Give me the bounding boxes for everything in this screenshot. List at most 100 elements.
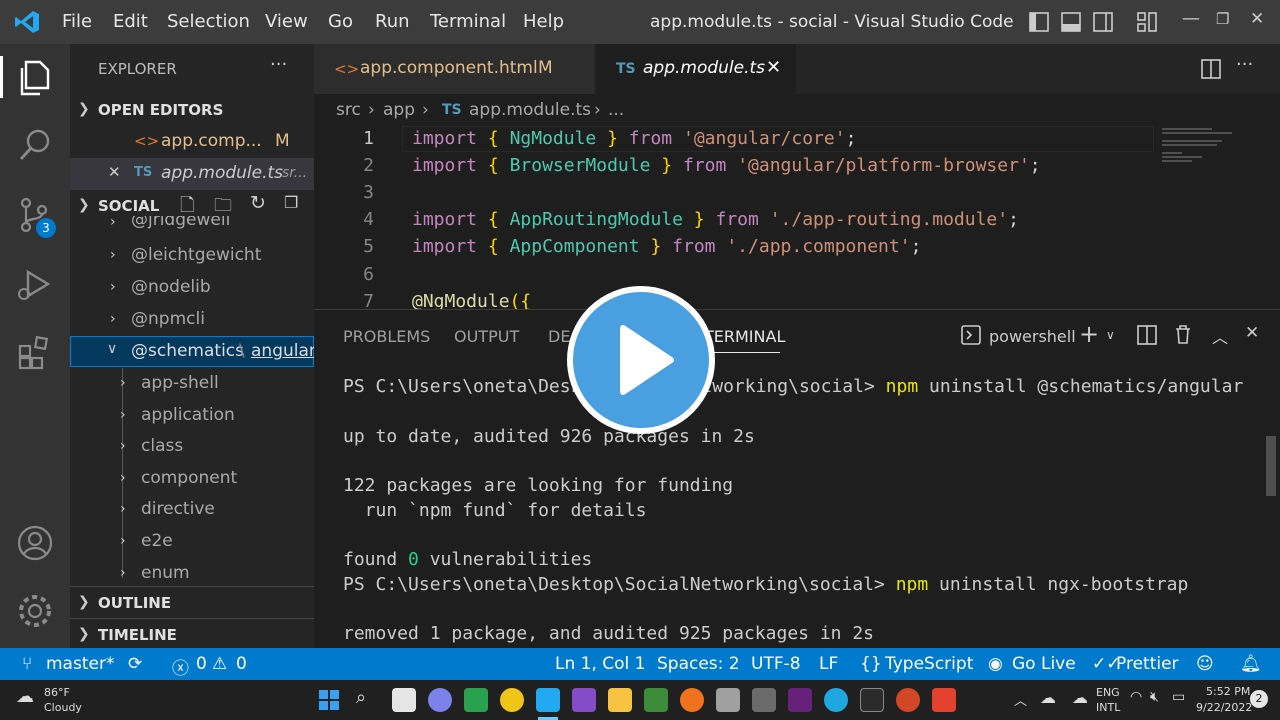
explorer-icon[interactable]	[14, 56, 56, 98]
vscode-logo-icon[interactable]	[14, 9, 40, 35]
terminal-app-icon[interactable]	[860, 688, 884, 712]
close-tab-icon[interactable]: ✕	[766, 57, 781, 78]
tree-item[interactable]: › application	[70, 400, 314, 432]
tree-item[interactable]: › app-shell	[70, 368, 314, 400]
powerpoint-icon[interactable]	[896, 688, 920, 712]
volume-muted-icon[interactable]: 🔇︎	[1150, 689, 1159, 705]
timeline-section[interactable]: ❯ TIMELINE	[70, 618, 314, 648]
language-indicator[interactable]: ENG	[1096, 686, 1120, 699]
tab-app-module-ts[interactable]: TS app.module.ts ✕	[596, 44, 796, 94]
minimize-button[interactable]: —	[1182, 8, 1200, 29]
shell-name[interactable]: powershell	[989, 327, 1076, 346]
battery-icon[interactable]: ▭	[1172, 689, 1185, 705]
menu-terminal[interactable]: Terminal	[430, 11, 506, 32]
tree-item[interactable]: › @jridgewell	[70, 216, 314, 238]
visual-studio-icon[interactable]	[572, 688, 596, 712]
account-icon[interactable]	[14, 522, 56, 564]
prettier-button[interactable]: Prettier	[1116, 654, 1179, 674]
close-icon[interactable]: ✕	[108, 163, 121, 181]
collapse-all-icon[interactable]: ❐	[284, 193, 298, 212]
terminal-icon[interactable]	[960, 324, 982, 346]
onedrive-icon[interactable]: ☁	[1040, 688, 1056, 707]
menu-help[interactable]: Help	[523, 11, 564, 32]
calculator-icon[interactable]	[716, 688, 740, 712]
sync-icon[interactable]: ⟳	[128, 654, 142, 674]
restore-button[interactable]: ❐	[1216, 10, 1229, 28]
vscode-taskbar-icon[interactable]	[536, 688, 560, 712]
close-panel-icon[interactable]: ✕	[1245, 323, 1259, 343]
tree-item[interactable]: › @leichtgewicht	[70, 240, 314, 272]
open-editor-item[interactable]: <> app.comp... M	[70, 126, 314, 158]
explorer-more-button[interactable]: ···	[270, 54, 287, 75]
bell-icon[interactable]: 🔔︎	[1240, 654, 1262, 674]
indentation[interactable]: Spaces: 2	[657, 654, 740, 674]
extensions-icon[interactable]	[14, 332, 56, 374]
breadcrumb-app[interactable]: app	[383, 100, 415, 120]
notepad-icon[interactable]	[644, 688, 668, 712]
teams-chat-icon[interactable]	[428, 688, 452, 712]
tree-item[interactable]: › e2e	[70, 526, 314, 558]
customize-layout-icon[interactable]	[1136, 11, 1158, 33]
language-mode[interactable]: TypeScript	[885, 654, 973, 674]
clock-date[interactable]: 9/22/2022	[1196, 701, 1252, 714]
language-layout[interactable]: INTL	[1096, 701, 1120, 714]
chrome-icon[interactable]	[500, 688, 524, 712]
warning-count[interactable]: 0	[236, 654, 247, 674]
minimap[interactable]	[1162, 126, 1242, 176]
file-explorer-icon[interactable]	[608, 688, 632, 712]
vs-purple-icon[interactable]	[788, 688, 812, 712]
snipping-tool-icon[interactable]	[752, 688, 776, 712]
tree-item-selected[interactable]: ∨ @schematics \ angular	[70, 336, 314, 367]
breadcrumb-more[interactable]: ...	[608, 100, 624, 120]
toggle-secondary-sidebar-icon[interactable]	[1092, 11, 1114, 33]
split-terminal-icon[interactable]	[1136, 324, 1158, 346]
menu-go[interactable]: Go	[328, 11, 353, 32]
error-icon[interactable]: ⓧ	[172, 654, 189, 679]
weather-desc[interactable]: Cloudy	[44, 701, 82, 714]
feedback-icon[interactable]: ☺	[1196, 654, 1214, 674]
camtasia-recorder-icon[interactable]	[932, 688, 956, 712]
menu-run[interactable]: Run	[375, 11, 410, 32]
error-count[interactable]: 0	[196, 654, 207, 674]
clock-time[interactable]: 5:52 PM	[1206, 685, 1250, 698]
code-editor[interactable]: 1 import { NgModule } from '@angular/cor…	[314, 126, 1280, 309]
tab-debug-console[interactable]: DE	[548, 327, 570, 346]
onedrive-icon[interactable]: ☁	[1072, 688, 1088, 707]
postman-icon[interactable]	[680, 688, 704, 712]
task-view-icon[interactable]	[392, 688, 416, 712]
search-icon[interactable]	[14, 124, 56, 166]
search-icon[interactable]: ⌕	[356, 687, 366, 708]
chevron-down-icon[interactable]: ∨	[1106, 328, 1115, 342]
tree-item[interactable]: › class	[70, 431, 314, 463]
run-debug-icon[interactable]	[14, 264, 56, 306]
encoding[interactable]: UTF-8	[751, 654, 801, 674]
breadcrumb-src[interactable]: src	[336, 100, 361, 120]
settings-gear-icon[interactable]	[14, 590, 56, 632]
line-ending[interactable]: LF	[819, 654, 838, 674]
outline-section[interactable]: ❯ OUTLINE	[70, 586, 314, 619]
maximize-panel-icon[interactable]: ︿	[1212, 324, 1228, 348]
menu-selection[interactable]: Selection	[167, 11, 250, 32]
go-live-button[interactable]: Go Live	[1012, 654, 1076, 674]
branch-name[interactable]: master*	[46, 654, 114, 674]
windows-start-icon[interactable]	[318, 689, 340, 711]
split-editor-icon[interactable]	[1200, 58, 1222, 80]
open-editor-item-active[interactable]: ✕ TS app.module.ts sr...	[70, 158, 314, 190]
tree-item[interactable]: › @npmcli	[70, 304, 314, 336]
close-window-button[interactable]: ✕	[1250, 9, 1264, 29]
menu-view[interactable]: View	[265, 11, 308, 32]
camtasia-icon[interactable]	[464, 688, 488, 712]
toggle-sidebar-icon[interactable]	[1028, 11, 1050, 33]
tree-item[interactable]: › directive	[70, 494, 314, 526]
tree-item[interactable]: › component	[70, 463, 314, 495]
tab-terminal[interactable]: TERMINAL	[704, 327, 785, 346]
warning-icon[interactable]: ⚠	[212, 654, 227, 674]
breadcrumb-file[interactable]: app.module.ts	[469, 100, 591, 120]
wifi-icon[interactable]: ◠	[1130, 689, 1142, 705]
refresh-icon[interactable]: ↻	[250, 192, 266, 214]
cursor-position[interactable]: Ln 1, Col 1	[555, 654, 646, 674]
tree-item[interactable]: › @nodelib	[70, 272, 314, 304]
tab-app-component-html[interactable]: <> app.component.html M	[314, 44, 594, 94]
open-editors-section[interactable]: ❯ OPEN EDITORS	[70, 94, 314, 126]
editor-more-button[interactable]: ···	[1236, 54, 1253, 75]
